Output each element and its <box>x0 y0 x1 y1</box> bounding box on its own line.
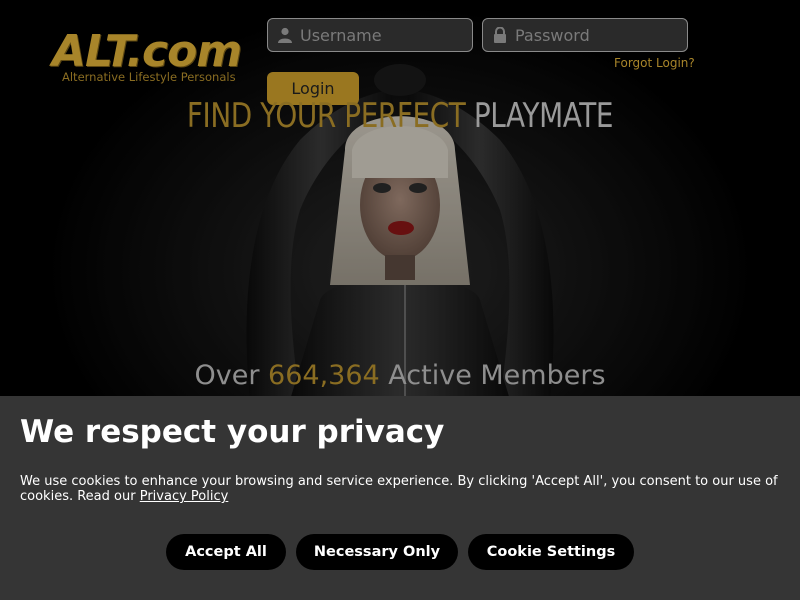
cookie-title: We respect your privacy <box>20 414 445 450</box>
hero-headline: FIND YOUR PERFECT PLAYMATE <box>72 96 728 136</box>
logo-tagline: Alternative Lifestyle Personals <box>62 70 236 84</box>
cookie-description: We use cookies to enhance your browsing … <box>20 474 790 504</box>
members-prefix: Over <box>194 360 260 391</box>
headline-part2: PLAYMATE <box>473 96 614 136</box>
username-input[interactable] <box>300 25 460 45</box>
necessary-only-button[interactable]: Necessary Only <box>296 534 458 570</box>
accept-all-button[interactable]: Accept All <box>166 534 286 570</box>
password-field[interactable] <box>482 18 688 52</box>
privacy-policy-link[interactable]: Privacy Policy <box>140 489 229 504</box>
members-count-line: Over 664,364 Active Members <box>0 360 800 391</box>
site-logo[interactable]: ALT.com Alternative Lifestyle Personals <box>52 26 242 90</box>
user-icon <box>278 27 292 43</box>
username-field[interactable] <box>267 18 473 52</box>
cookie-settings-button[interactable]: Cookie Settings <box>468 534 634 570</box>
forgot-login-link[interactable]: Forgot Login? <box>614 56 695 70</box>
cookie-text: We use cookies to enhance your browsing … <box>20 474 778 504</box>
members-suffix: Active Members <box>388 360 606 391</box>
lock-icon <box>493 27 507 43</box>
members-count: 664,364 <box>268 360 380 391</box>
headline-part1: FIND YOUR PERFECT <box>186 96 466 136</box>
password-input[interactable] <box>515 25 675 45</box>
cookie-banner: We respect your privacy We use cookies t… <box>0 396 800 600</box>
